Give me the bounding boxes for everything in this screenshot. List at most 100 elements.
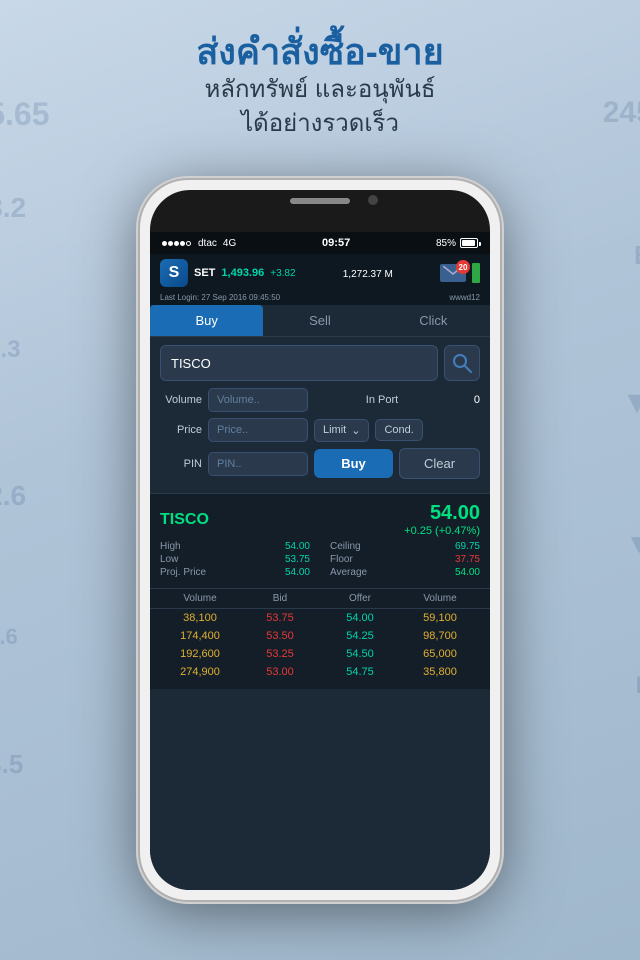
low-value: 53.75 xyxy=(285,554,310,565)
ob-offer-1: 54.00 xyxy=(320,612,400,624)
ob-vol2-1: 59,100 xyxy=(400,612,480,624)
ob-vol2-2: 98,700 xyxy=(400,630,480,642)
stock-change: +0.25 (+0.47%) xyxy=(404,525,480,537)
ob-header-vol1: Volume xyxy=(160,593,240,604)
order-book-header: Volume Bid Offer Volume xyxy=(150,588,490,609)
symbol-input[interactable]: TISCO xyxy=(160,345,438,381)
ob-offer-2: 54.25 xyxy=(320,630,400,642)
detail-col-right: Ceiling 69.75 Floor 37.75 Average 54.00 xyxy=(330,541,480,580)
app-logo: S xyxy=(160,259,188,287)
low-label: Low xyxy=(160,554,178,565)
volume-label: Volume xyxy=(160,394,202,406)
order-row: 174,400 53.50 54.25 98,700 xyxy=(150,627,490,645)
price-row: Price Limit ⌄ Cond. xyxy=(160,418,480,442)
price-label: Price xyxy=(160,424,202,436)
ob-vol2-4: 35,800 xyxy=(400,666,480,678)
stock-name: TISCO xyxy=(160,511,209,529)
stock-details: High 54.00 Low 53.75 Proj. Price 54.00 xyxy=(160,541,480,580)
order-row: 192,600 53.25 54.50 65,000 xyxy=(150,645,490,663)
proj-row: Proj. Price 54.00 xyxy=(160,567,310,578)
ob-offer-3: 54.50 xyxy=(320,648,400,660)
tab-buy[interactable]: Buy xyxy=(150,305,263,336)
battery-label: 85% xyxy=(436,238,456,249)
index-name: SET xyxy=(194,267,215,279)
status-right: 85% xyxy=(436,238,478,249)
carrier-label: dtac xyxy=(198,238,217,249)
clear-button[interactable]: Clear xyxy=(399,448,480,479)
pin-label: PIN xyxy=(160,458,202,470)
status-bar: dtac 4G 09:57 85% xyxy=(150,232,490,254)
ob-header-bid: Bid xyxy=(240,593,320,604)
order-row: 38,100 53.75 54.00 59,100 xyxy=(150,609,490,627)
tab-click[interactable]: Click xyxy=(377,305,490,336)
order-book: Volume Bid Offer Volume 38,100 53.75 54.… xyxy=(150,588,490,689)
change-value: +0.25 xyxy=(404,525,432,537)
time-label: 09:57 xyxy=(322,237,350,249)
form-area: TISCO Volume In Port 0 xyxy=(150,337,490,493)
header-section: ส่งคำสั่งซื้อ-ขาย หลักทรัพย์ และอนุพันธ์… xyxy=(0,30,640,140)
ob-vol2-3: 65,000 xyxy=(400,648,480,660)
login-info: Last Login: 27 Sep 2016 09:45:50 xyxy=(160,293,280,302)
ob-bid-2: 53.50 xyxy=(240,630,320,642)
mail-icon-wrap[interactable]: 20 xyxy=(440,264,466,282)
pin-input[interactable] xyxy=(208,452,308,476)
inport-value: 0 xyxy=(456,394,480,406)
phone-screen: dtac 4G 09:57 85% S SE xyxy=(150,232,490,890)
buy-label: Buy xyxy=(341,456,366,471)
high-label: High xyxy=(160,541,181,552)
change-pct: (+0.47%) xyxy=(435,525,480,537)
status-left: dtac 4G xyxy=(162,238,236,249)
high-row: High 54.00 xyxy=(160,541,310,552)
stock-price: 54.00 xyxy=(430,502,480,524)
phone-camera xyxy=(368,195,378,205)
tab-sell[interactable]: Sell xyxy=(263,305,376,336)
index-change: +3.82 xyxy=(270,268,295,279)
ob-vol1-4: 274,900 xyxy=(160,666,240,678)
header-right: 20 xyxy=(440,263,480,283)
battery-fill xyxy=(462,240,475,246)
ceiling-value: 69.75 xyxy=(455,541,480,552)
phone-speaker xyxy=(290,198,350,204)
phone-frame: dtac 4G 09:57 85% S SE xyxy=(140,180,500,900)
app-index: SET 1,493.96 +3.82 xyxy=(194,267,296,279)
floor-value: 37.75 xyxy=(455,554,480,565)
ceiling-row: Ceiling 69.75 xyxy=(330,541,480,552)
app-header: S SET 1,493.96 +3.82 1,272.37 M xyxy=(150,254,490,292)
ob-vol1-3: 192,600 xyxy=(160,648,240,660)
battery-icon xyxy=(460,238,478,248)
limit-select[interactable]: Limit ⌄ xyxy=(314,419,369,442)
search-icon xyxy=(452,353,472,373)
order-row: 274,900 53.00 54.75 35,800 xyxy=(150,663,490,681)
index-value: 1,493.96 xyxy=(221,267,264,279)
ob-vol1-2: 174,400 xyxy=(160,630,240,642)
cond-button[interactable]: Cond. xyxy=(375,419,422,441)
ob-bid-1: 53.75 xyxy=(240,612,320,624)
ob-bid-4: 53.00 xyxy=(240,666,320,678)
proj-value: 54.00 xyxy=(285,567,310,578)
inport-label: In Port xyxy=(314,394,450,406)
price-input[interactable] xyxy=(208,418,308,442)
volume-input[interactable] xyxy=(208,388,308,412)
symbol-search-row: TISCO xyxy=(160,345,480,381)
tab-bar: Buy Sell Click xyxy=(150,305,490,337)
header-title: ส่งคำสั่งซื้อ-ขาย xyxy=(0,30,640,73)
low-row: Low 53.75 xyxy=(160,554,310,565)
pin-row: PIN Buy Clear xyxy=(160,448,480,479)
stock-name-row: TISCO 54.00 +0.25 (+0.47%) xyxy=(160,502,480,537)
proj-label: Proj. Price xyxy=(160,567,206,578)
signal-dots xyxy=(162,238,192,249)
index-volume: 1,272.37 M xyxy=(343,269,393,280)
ob-header-offer: Offer xyxy=(320,593,400,604)
buy-button[interactable]: Buy xyxy=(314,449,393,478)
cond-label: Cond. xyxy=(384,424,413,436)
user-id: wwwd12 xyxy=(449,293,480,302)
average-value: 54.00 xyxy=(455,567,480,578)
chevron-down-icon: ⌄ xyxy=(351,424,360,437)
search-button[interactable] xyxy=(444,345,480,381)
ob-offer-4: 54.75 xyxy=(320,666,400,678)
header-subtitle-1: หลักทรัพย์ และอนุพันธ์ xyxy=(0,73,640,107)
high-value: 54.00 xyxy=(285,541,310,552)
limit-label: Limit xyxy=(323,424,346,436)
average-label: Average xyxy=(330,567,367,578)
phone-inner: dtac 4G 09:57 85% S SE xyxy=(150,190,490,890)
